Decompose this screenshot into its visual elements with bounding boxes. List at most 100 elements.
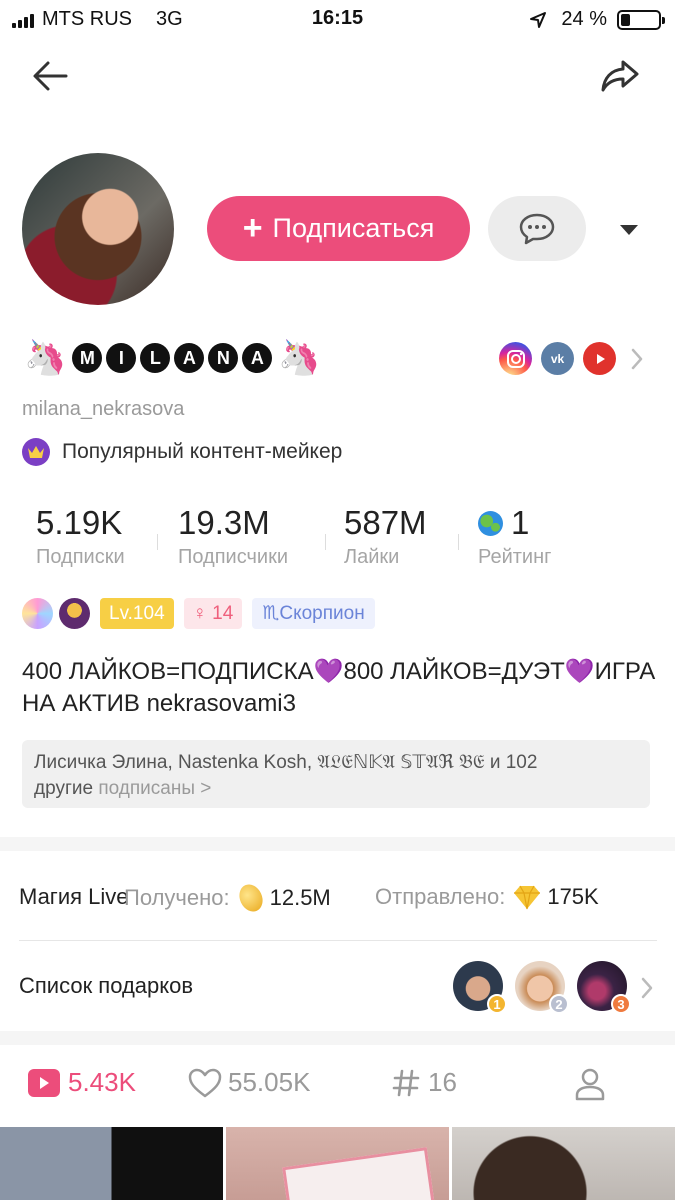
- trophy-badge-icon[interactable]: [59, 598, 90, 629]
- video-grid: [0, 1127, 675, 1200]
- top-gifters: 1 2 3: [453, 961, 631, 1014]
- stat-followers[interactable]: 19.3M Подписчики: [178, 504, 288, 569]
- back-button[interactable]: [30, 56, 70, 96]
- display-name: 🦄 M I L A N A 🦄: [24, 338, 321, 378]
- chevron-right-icon[interactable]: [639, 976, 655, 1000]
- magic-live-title: Магия Live: [19, 884, 129, 909]
- crown-icon: [22, 438, 50, 466]
- name-letter: I: [106, 343, 137, 373]
- stat-rating[interactable]: 1 Рейтинг: [478, 504, 551, 569]
- vk-icon[interactable]: vk: [541, 342, 574, 375]
- received-label: Получено:: [124, 885, 230, 910]
- section-divider: [0, 1031, 675, 1045]
- plus-icon: +: [242, 209, 263, 247]
- diamond-icon: [514, 885, 541, 910]
- unicorn-emoji: 🦄: [278, 339, 321, 377]
- name-letter: M: [72, 343, 103, 373]
- rank-badge: 1: [487, 994, 507, 1014]
- stat-divider: [157, 534, 158, 550]
- gift-list-row[interactable]: Список подарков 1 2 3: [0, 941, 675, 1031]
- sent-label: Отправлено:: [375, 884, 506, 909]
- profile-stats: 5.19K Подписки 19.3M Подписчики 587M Лай…: [36, 504, 656, 574]
- bean-coin-icon: [234, 880, 267, 916]
- badges-row: Lv.104 ♀ 14 ♏Скорпион: [22, 598, 375, 629]
- person-icon: [575, 1068, 605, 1101]
- tab-hashtags[interactable]: 16: [392, 1067, 457, 1098]
- sent-value: 175K: [547, 884, 599, 909]
- chat-bubble-icon: [519, 213, 555, 244]
- name-letter: N: [208, 343, 239, 373]
- play-icon: [28, 1068, 60, 1097]
- video-thumbnail[interactable]: [452, 1127, 675, 1200]
- battery-fill: [621, 13, 630, 26]
- stat-value: 19.3M: [178, 504, 270, 541]
- zodiac-badge: ♏Скорпион: [252, 598, 375, 629]
- youtube-icon[interactable]: [583, 342, 616, 375]
- follow-label: Подписаться: [272, 213, 435, 243]
- tab-likes-count: 55.05K: [228, 1067, 311, 1097]
- globe-icon: [478, 510, 503, 536]
- tab-hashtags-count: 16: [428, 1067, 457, 1097]
- stat-divider: [458, 534, 459, 550]
- stat-label: Подписки: [36, 546, 125, 568]
- unicorn-emoji: 🦄: [24, 339, 67, 377]
- creator-label: Популярный контент-мейкер: [62, 440, 343, 463]
- profile-bio: 400 ЛАЙКОВ=ПОДПИСКА💜800 ЛАЙКОВ=ДУЭТ💜ИГРА…: [22, 658, 656, 717]
- profile-avatar[interactable]: [22, 153, 174, 305]
- magic-live-row[interactable]: Магия Live Получено: 12.5M Отправлено: 1…: [0, 852, 675, 940]
- instagram-icon[interactable]: [499, 342, 532, 375]
- username: milana_nekrasova: [22, 398, 185, 420]
- content-tabs: 5.43K 55.05K 16: [0, 1045, 675, 1127]
- mutual-followers-suffix: подписаны >: [98, 778, 212, 799]
- magic-live-received: Получено: 12.5M: [124, 880, 331, 916]
- arrow-left-icon: [33, 61, 68, 91]
- mutual-followers[interactable]: Лисичка Элина, Nastenka Kosh, 𝔄𝔏𝔈ℕ𝕂𝔄 𝕊𝕋𝔄…: [22, 740, 650, 808]
- stat-value: 587M: [344, 504, 427, 541]
- message-button[interactable]: [488, 196, 586, 261]
- tab-videos-count: 5.43K: [68, 1067, 136, 1097]
- heart-icon: [188, 1068, 222, 1097]
- video-thumbnail[interactable]: [0, 1127, 223, 1200]
- vk-logo-text: vk: [550, 351, 565, 366]
- creator-badge[interactable]: Популярный контент-мейкер: [22, 438, 342, 466]
- battery-icon: [617, 9, 665, 30]
- social-links: vk: [499, 342, 645, 375]
- stat-label: Подписчики: [178, 546, 289, 568]
- share-button[interactable]: [599, 56, 641, 96]
- tab-videos[interactable]: 5.43K: [28, 1067, 136, 1098]
- gifter-avatar[interactable]: 1: [453, 961, 507, 1014]
- magic-live-sent: Отправлено: 175K: [375, 884, 599, 910]
- name-letter: A: [174, 343, 205, 373]
- stat-likes[interactable]: 587M Лайки: [344, 504, 427, 569]
- level-badge[interactable]: Lv.104: [100, 598, 174, 629]
- chevron-right-icon[interactable]: [629, 347, 645, 371]
- gifter-avatar[interactable]: 3: [577, 961, 631, 1014]
- stat-label: Рейтинг: [478, 546, 552, 568]
- share-arrow-icon: [601, 60, 639, 92]
- gender-age-badge: ♀ 14: [183, 598, 243, 629]
- hashtag-icon: [392, 1069, 420, 1096]
- status-bar: MTS RUS 3G 16:15 24 %: [0, 0, 675, 40]
- more-options-button[interactable]: [614, 218, 644, 242]
- stat-value: 5.19K: [36, 504, 123, 541]
- video-thumbnail[interactable]: [226, 1127, 449, 1200]
- gift-list-title: Список подарков: [19, 973, 194, 998]
- location-arrow-icon: [530, 11, 547, 28]
- name-letter: A: [242, 343, 273, 373]
- mutual-followers-others: другие: [34, 778, 94, 799]
- follow-button[interactable]: + Подписаться: [207, 196, 470, 261]
- stat-value: 1: [511, 504, 530, 541]
- rainbow-unicorn-badge-icon[interactable]: [22, 598, 53, 629]
- rank-badge: 2: [549, 994, 569, 1014]
- stat-divider: [325, 534, 326, 550]
- stat-label: Лайки: [344, 546, 400, 568]
- name-letter: L: [140, 343, 171, 373]
- stat-following[interactable]: 5.19K Подписки: [36, 504, 125, 569]
- rank-badge: 3: [611, 994, 631, 1014]
- tab-likes[interactable]: 55.05K: [188, 1067, 310, 1098]
- caret-down-icon: [620, 225, 638, 235]
- mutual-followers-names: Лисичка Элина, Nastenka Kosh, 𝔄𝔏𝔈ℕ𝕂𝔄 𝕊𝕋𝔄…: [34, 752, 538, 773]
- section-divider: [0, 837, 675, 851]
- tab-profile[interactable]: [574, 1067, 606, 1101]
- gifter-avatar[interactable]: 2: [515, 961, 569, 1014]
